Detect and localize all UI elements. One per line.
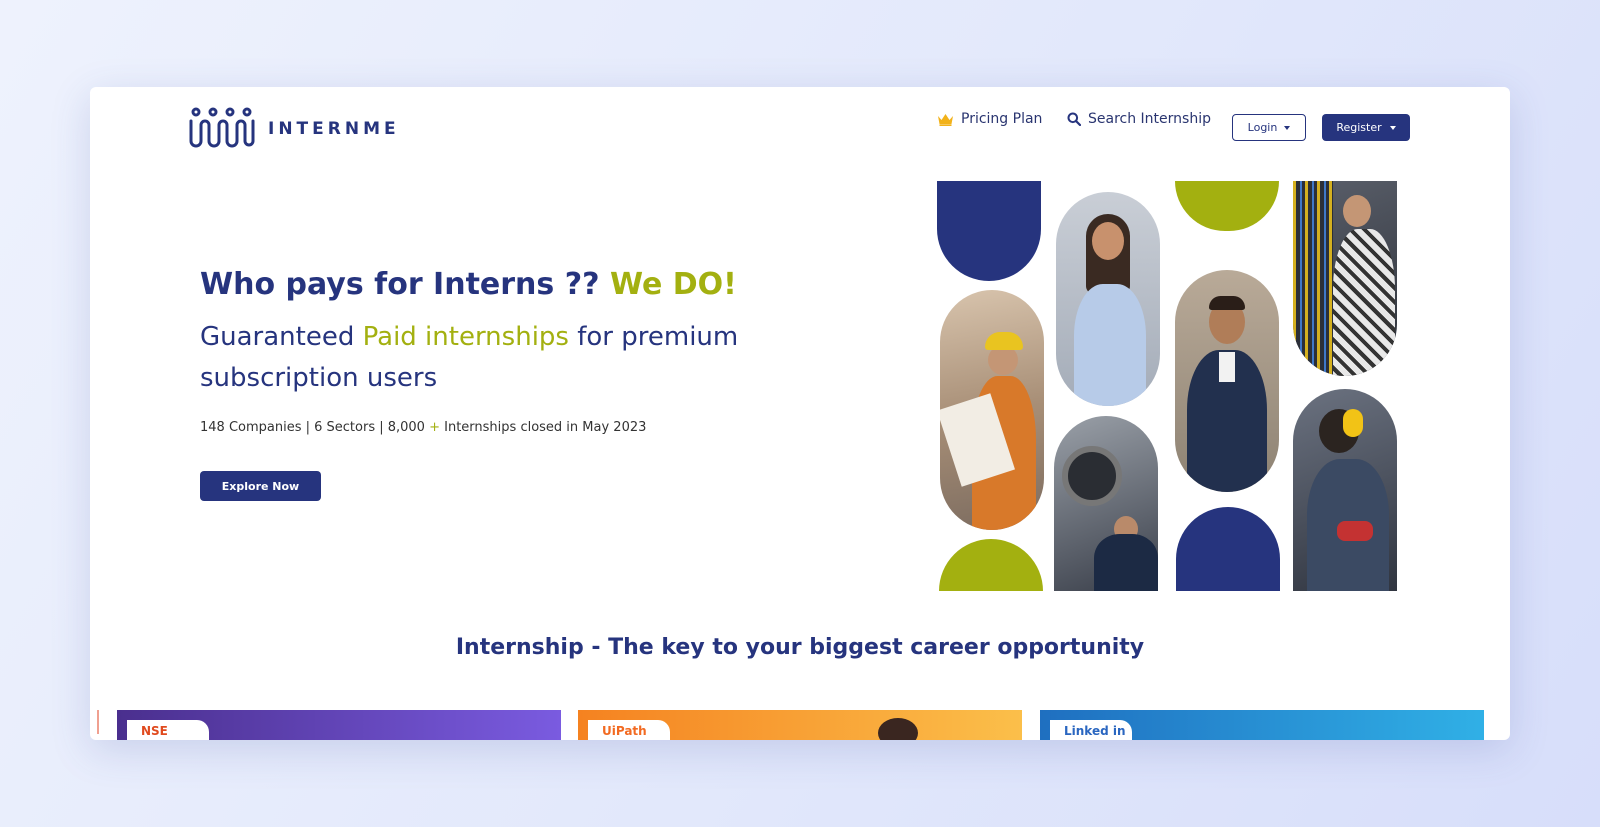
card-photo [878,718,918,740]
chevron-down-icon [1389,125,1396,130]
collage-photo-welder [1293,389,1397,591]
login-label: Login [1247,121,1278,134]
collage-photo-businessman [1175,270,1279,492]
hero-stats: 148 Companies | 6 Sectors | 8,000 + Inte… [200,420,646,435]
hero-title: Who pays for Interns ?? We DO! [200,267,737,302]
logo[interactable]: INTERNME [188,107,400,151]
internship-card-uipath[interactable]: UiPath [578,710,1022,740]
hero-sub-accent: Paid internships [362,322,569,352]
internship-card-linkedin[interactable]: Linked in [1040,710,1484,740]
hero-stats-b: Internships closed in May 2023 [440,420,647,435]
collage-shape-lime [1175,181,1279,231]
register-label: Register [1336,121,1382,134]
hero-subtitle: Guaranteed Paid internships for premium … [200,317,780,399]
hero-sub-a: Guaranteed [200,322,363,352]
search-icon [1067,112,1081,126]
explore-now-button[interactable]: Explore Now [200,471,321,501]
crown-icon [937,113,954,126]
nav-pricing-plan[interactable]: Pricing Plan [937,111,1042,127]
card-badge-linkedin: Linked in [1050,720,1132,740]
register-button[interactable]: Register [1322,114,1410,141]
collage-photo-woman [1056,192,1160,406]
internship-card-nse[interactable]: NSE [117,710,561,740]
section-title: Internship - The key to your biggest car… [455,635,1145,660]
nav-search-internship[interactable]: Search Internship [1067,111,1211,127]
hero-title-main: Who pays for Interns ?? [200,267,610,302]
chevron-down-icon [1284,125,1291,130]
browser-window: INTERNME Pricing Plan Search Internship … [90,87,1510,740]
carousel-edge-marker [97,710,99,734]
logo-icon [189,107,255,148]
hero-stats-a: 148 Companies | 6 Sectors | 8,000 [200,420,430,435]
card-badge-uipath: UiPath [588,720,670,740]
collage-shape-navy [937,181,1041,281]
collage-shape-navy [1176,507,1280,591]
login-button[interactable]: Login [1232,114,1306,141]
collage-photo-engineer [940,290,1044,530]
hero-stats-plus: + [429,420,440,435]
collage-shape-lime [939,539,1043,591]
collage-photo-technician [1293,181,1397,376]
collage-photo-mechanic [1054,416,1158,591]
nav-pricing-label: Pricing Plan [961,111,1043,127]
card-badge-nse: NSE [127,720,209,740]
hero-title-accent: We DO! [609,267,737,302]
logo-text: INTERNME [268,119,400,139]
nav-search-label: Search Internship [1088,111,1211,127]
